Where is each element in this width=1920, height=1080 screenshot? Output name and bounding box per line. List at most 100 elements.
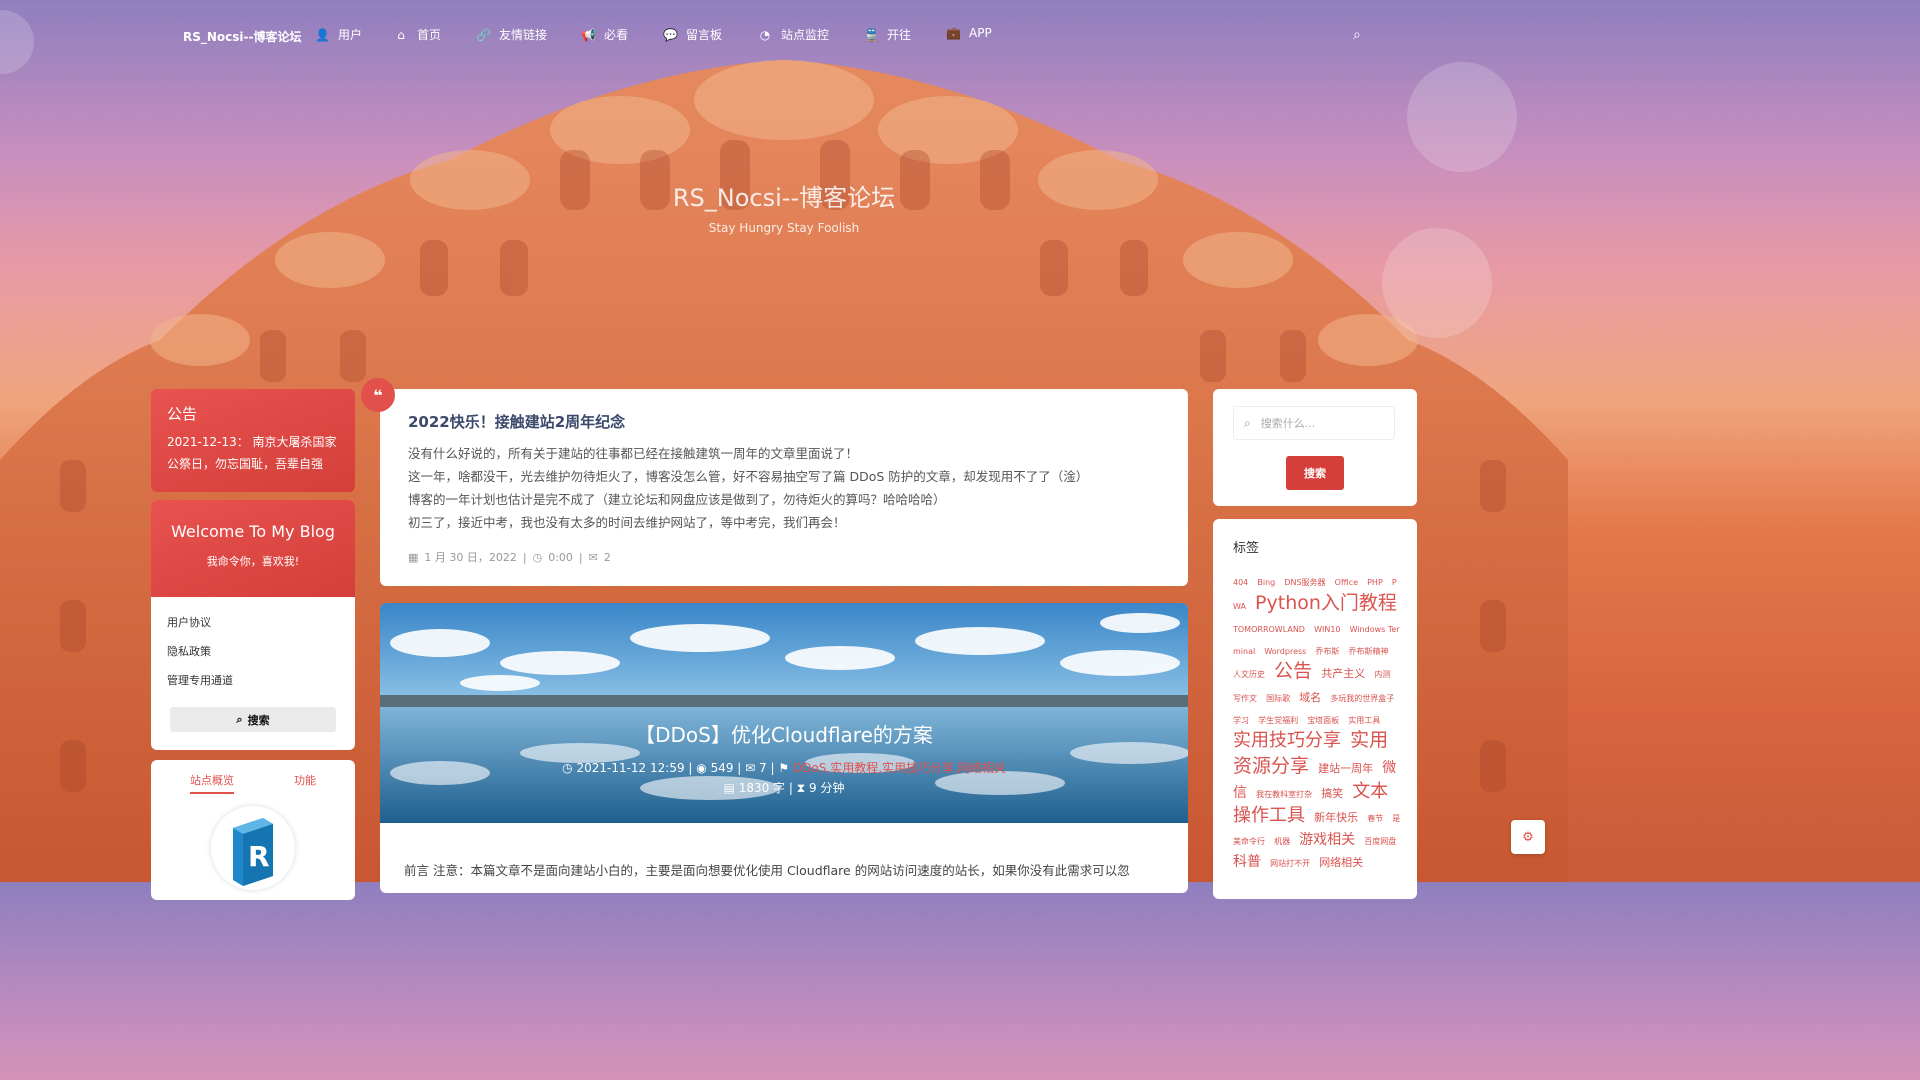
clock-icon: ◷ — [532, 550, 543, 564]
tag-link[interactable]: 人文历史 — [1233, 670, 1265, 679]
tag-link[interactable]: 域名 — [1299, 691, 1321, 704]
tag-link[interactable]: WIN10 — [1314, 625, 1340, 634]
tag-link[interactable]: Office — [1335, 578, 1358, 587]
tag-link[interactable]: 游戏相关 — [1299, 832, 1355, 848]
tag-link[interactable]: 新年快乐 — [1314, 811, 1358, 824]
search-submit-button[interactable]: 搜索 — [1286, 456, 1344, 490]
tag-link[interactable]: TOMORROWLAND — [1233, 625, 1305, 634]
nav-label: 站点监控 — [781, 28, 830, 42]
tag-link[interactable]: Bing — [1257, 578, 1275, 587]
clock-icon: ◷ — [562, 761, 573, 775]
tag-link[interactable]: 网站打不开 — [1270, 859, 1310, 868]
tag-link[interactable]: 学习 — [1233, 716, 1249, 725]
sidebar-search-label: 搜索 — [247, 713, 270, 727]
hero-title: RS_Nocsi--博客论坛 — [672, 184, 896, 212]
tag-link[interactable]: 实用工具 — [1348, 716, 1380, 725]
tag-cloud-card: 标签 404 Bing DNS服务器 Office PHP PWA Python… — [1213, 519, 1417, 899]
welcome-card: Welcome To My Blog 我命令你，喜欢我! 用户协议 隐私政策 管… — [151, 500, 355, 750]
post-excerpt-line: 初三了，接近中考，我也没有太多的时间去维护网站了，等中考完，我们再会！ — [408, 515, 846, 530]
tag-link[interactable]: 学生党福利 — [1258, 716, 1298, 725]
post-time: 0:00 — [548, 550, 573, 564]
post-title[interactable]: 【DDoS】优化Cloudflare的方案 — [380, 719, 1188, 748]
nav-label: 留言板 — [686, 28, 723, 42]
nav-item-user[interactable]: 👤 用户 — [315, 26, 362, 43]
site-brand[interactable]: RS_Nocsi--博客论坛 — [183, 28, 302, 45]
tag-link[interactable]: 春节 — [1367, 814, 1383, 823]
tag-link[interactable]: 共产主义 — [1321, 667, 1365, 680]
tag-link[interactable]: 搞笑 — [1321, 787, 1343, 800]
comments-icon: ✉ — [588, 550, 598, 564]
post-meta: ▦ 1 月 30 日，2022 | ◷ 0:00 | ✉ 2 — [408, 549, 611, 565]
tag-link[interactable]: 机器 — [1274, 837, 1290, 846]
calendar-icon: ▦ — [408, 550, 419, 564]
tag-link[interactable]: PHP — [1367, 578, 1383, 587]
meta-divider: | — [522, 550, 527, 564]
nav-item-must-read[interactable]: 📢 必看 — [581, 26, 628, 43]
nav-item-app[interactable]: 💼 APP — [946, 26, 992, 40]
nav-item-home[interactable]: ⌂ 首页 — [394, 26, 441, 43]
link-privacy-policy[interactable]: 隐私政策 — [167, 643, 211, 659]
monitor-icon: ◔ — [759, 27, 771, 42]
welcome-title: Welcome To My Blog — [171, 522, 335, 541]
tag-link[interactable]: 国际歌 — [1266, 694, 1290, 703]
site-logo: R — [211, 806, 295, 890]
tag-link[interactable]: 乔布斯精神 — [1349, 647, 1389, 656]
home-icon: ⌂ — [397, 27, 405, 42]
tag-link[interactable]: 网络相关 — [1319, 856, 1363, 869]
nav-label: APP — [969, 26, 992, 40]
bookmark-icon: ⚑ — [778, 761, 790, 775]
tag-link[interactable]: DNS服务器 — [1284, 578, 1325, 587]
tag-link[interactable]: 百度网盘 — [1364, 837, 1396, 846]
gear-icon[interactable]: ⚙ — [1511, 820, 1545, 854]
tag-link[interactable]: 实用技巧分享 — [1233, 730, 1341, 751]
post-categories[interactable]: DDoS,实用教程,实用技巧分享,网络相关 — [793, 761, 1006, 775]
tag-link[interactable]: 建站一周年 — [1318, 762, 1373, 775]
tag-link[interactable]: 文本操作工具 — [1233, 781, 1388, 826]
nav-label: 首页 — [417, 28, 442, 42]
post-excerpt-line: 博客的一年计划也估计是完不成了（建立论坛和网盘应该是做到了，勿待炬火的算吗？哈哈… — [408, 492, 946, 507]
nav-item-friend-links[interactable]: 🔗 友情链接 — [476, 26, 547, 43]
nav-item-guestbook[interactable]: 💬 留言板 — [663, 26, 722, 43]
tab-site-overview[interactable]: 站点概览 — [190, 772, 234, 794]
post-excerpt: 前言 注意：本篇文章不是面向建站小白的，主要是面向想要优化使用 Cloudfla… — [404, 863, 1130, 878]
post-comment-count: 2 — [603, 550, 611, 564]
post-stats: ▤ 1830 字 | ⧗ 9 分钟 — [723, 781, 845, 795]
tag-link[interactable]: Python入门教程 — [1255, 592, 1397, 614]
search-icon[interactable]: ⌕ — [1353, 27, 1361, 43]
link-user-agreement[interactable]: 用户协议 — [167, 614, 211, 630]
nav-label: 必看 — [604, 28, 629, 42]
link-icon: 🔗 — [476, 27, 491, 42]
nav-label: 开往 — [887, 28, 912, 42]
tag-link[interactable]: 内测 — [1374, 670, 1390, 679]
search-input[interactable] — [1258, 415, 1373, 431]
tag-link[interactable]: 宝塔面板 — [1307, 716, 1339, 725]
search-icon: ⌕ — [236, 712, 243, 726]
comments-icon: ✉ — [745, 761, 756, 775]
link-admin-channel[interactable]: 管理专用通道 — [167, 672, 233, 688]
train-icon: 🚆 — [864, 27, 879, 42]
tag-link[interactable]: 公告 — [1274, 660, 1312, 682]
document-icon: ▤ — [723, 781, 735, 795]
welcome-banner: Welcome To My Blog 我命令你，喜欢我! — [151, 500, 355, 597]
tag-link[interactable]: 写作文 — [1233, 694, 1257, 703]
tag-link[interactable]: 多玩我的世界盒子 — [1330, 694, 1394, 703]
decor-bubble — [1407, 62, 1517, 172]
post-title[interactable]: 2022快乐！接触建站2周年纪念 — [408, 411, 625, 432]
notice-text: 2021-12-13： 南京大屠杀国家公祭日，勿忘国耻，吾辈自强 — [167, 435, 337, 471]
search-field[interactable]: ⌕ — [1233, 406, 1395, 440]
post-views: 549 — [710, 761, 734, 775]
post-datetime: 2021-11-12 12:59 — [576, 761, 685, 775]
welcome-subtitle: 我命令你，喜欢我! — [206, 555, 300, 568]
nav-item-site-monitor[interactable]: ◔ 站点监控 — [758, 26, 829, 43]
tag-link[interactable]: 科普 — [1233, 854, 1261, 870]
tag-link[interactable]: 我在教科室打杂 — [1256, 790, 1312, 799]
tag-link[interactable]: Wordpress — [1264, 647, 1306, 656]
nav-item-travel[interactable]: 🚆 开往 — [864, 26, 911, 43]
tag-link[interactable]: 乔布斯 — [1315, 647, 1339, 656]
user-icon: 👤 — [315, 27, 330, 42]
sidebar-search-button[interactable]: ⌕ 搜索 — [170, 707, 336, 732]
comment-icon: 💬 — [663, 27, 678, 42]
post-date: 1 月 30 日，2022 — [424, 551, 517, 564]
tag-link[interactable]: 404 — [1233, 578, 1248, 587]
tab-functions[interactable]: 功能 — [294, 772, 316, 788]
